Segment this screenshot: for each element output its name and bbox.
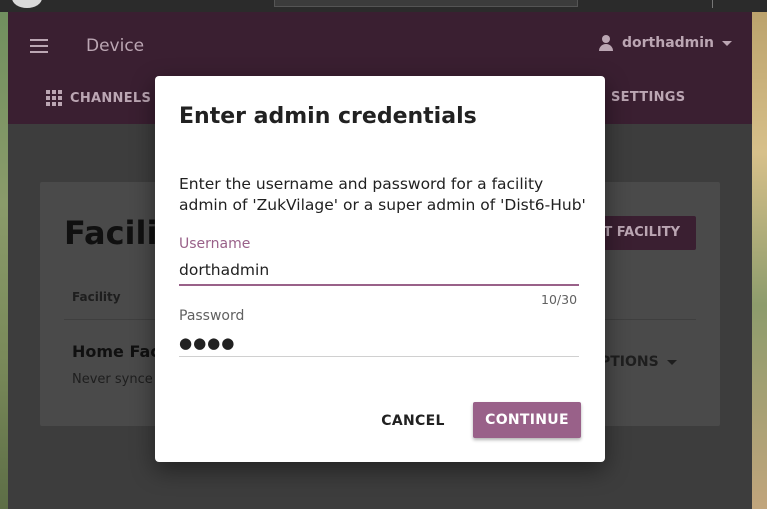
browser-address-bar[interactable] (274, 0, 578, 7)
page-title: Device (86, 36, 145, 56)
desktop-background-right (752, 0, 767, 509)
dialog-description: Enter the username and password for a fa… (179, 175, 586, 214)
chevron-down-icon (666, 359, 677, 365)
facility-sync-status: Never synce (72, 372, 153, 387)
username-input[interactable] (179, 256, 579, 286)
password-input[interactable] (179, 330, 579, 357)
username-label: Username (179, 236, 251, 252)
continue-button[interactable]: CONTINUE (473, 402, 581, 438)
tab-channels[interactable]: CHANNELS (46, 90, 151, 106)
username-char-counter: 10/30 (541, 292, 578, 307)
desktop-background-left (0, 0, 8, 509)
grid-icon (46, 90, 62, 106)
options-label: PTIONS (600, 354, 659, 370)
user-icon (598, 35, 614, 51)
tab-channels-label: CHANNELS (70, 90, 152, 106)
user-name: dorthadmin (622, 35, 715, 51)
browser-button[interactable] (12, 0, 42, 8)
browser-separator (712, 0, 713, 8)
options-menu-button[interactable]: PTIONS (600, 354, 677, 370)
column-header-facility: Facility (72, 290, 121, 304)
facility-name: Home Fac (72, 342, 160, 361)
chevron-down-icon (722, 40, 733, 46)
hamburger-icon[interactable] (30, 39, 48, 53)
browser-toolbar (0, 0, 767, 12)
password-label: Password (179, 308, 245, 324)
user-menu[interactable]: dorthadmin (598, 35, 733, 51)
admin-credentials-dialog: Enter admin credentials Enter the userna… (155, 76, 605, 462)
dialog-title: Enter admin credentials (179, 104, 477, 129)
tab-settings[interactable]: SETTINGS (611, 90, 685, 105)
cancel-button[interactable]: CANCEL (371, 404, 455, 438)
